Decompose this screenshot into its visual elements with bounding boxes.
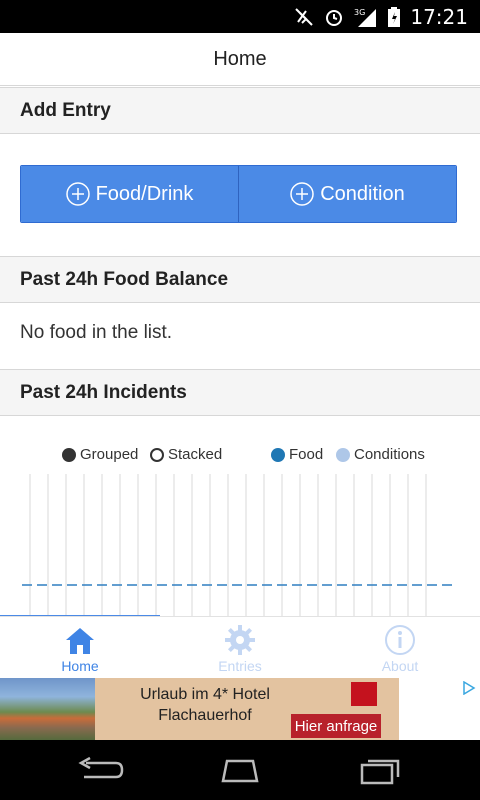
tab-about[interactable]: About [320, 617, 480, 678]
stacked-toggle[interactable]: Stacked [150, 446, 222, 463]
tab-home-label: Home [61, 658, 99, 674]
home-icon [66, 628, 94, 654]
add-food-drink-button[interactable]: Food/Drink [21, 166, 238, 222]
add-entry-button-group: Food/Drink Condition [20, 165, 457, 223]
alarm-icon [326, 9, 343, 26]
mute-icon [295, 7, 314, 26]
page-title: Home [213, 47, 267, 70]
incidents-chart [22, 474, 452, 616]
status-time: 17:21 [410, 4, 468, 29]
tab-entries[interactable]: Entries [160, 617, 320, 678]
grouped-label: Grouped [80, 446, 139, 463]
ad-hotel-image [0, 678, 95, 740]
legend-food[interactable]: Food [271, 446, 323, 463]
status-bar: 3G 17:21 [0, 0, 480, 33]
ad-headline: Urlaub im 4* Hotel Flachauerhof [95, 684, 315, 726]
tab-about-label: About [381, 658, 419, 674]
ad-logo [351, 682, 377, 706]
food-empty-text: No food in the list. [20, 322, 173, 343]
legend-food-label: Food [289, 446, 324, 463]
system-nav-bar [0, 740, 480, 800]
incidents-title: Past 24h Incidents [20, 381, 187, 403]
bottom-tab-bar: Home Entries About [0, 616, 480, 678]
chart-legend: Grouped Stacked Food Conditions [62, 446, 462, 464]
add-entry-title: Add Entry [20, 99, 111, 121]
battery-icon [388, 6, 401, 27]
ad-headline-line-1: Urlaub im 4* Hotel [140, 686, 270, 703]
signal-icon: 3G [354, 8, 377, 27]
legend-conditions[interactable]: Conditions [336, 446, 425, 463]
ad-cta-button[interactable]: Hier anfrage [291, 714, 381, 738]
back-icon[interactable] [76, 755, 126, 785]
food-balance-title: Past 24h Food Balance [20, 268, 229, 290]
gear-icon [225, 625, 255, 655]
stacked-label: Stacked [168, 446, 223, 463]
incidents-section-header: Past 24h Incidents [0, 369, 480, 416]
adchoices-icon[interactable] [462, 681, 476, 695]
stacked-radio-icon [150, 447, 164, 462]
tab-home[interactable]: Home [0, 617, 160, 678]
legend-conditions-label: Conditions [354, 446, 425, 463]
conditions-legend-dot-icon [336, 447, 350, 462]
recent-apps-icon[interactable] [356, 755, 406, 785]
food-legend-dot-icon [271, 447, 285, 462]
home-nav-icon[interactable] [215, 755, 265, 785]
plus-circle-icon [290, 182, 314, 206]
ad-panel: Urlaub im 4* Hotel Flachauerhof Hier anf… [95, 678, 399, 740]
food-drink-label: Food/Drink [95, 182, 194, 205]
condition-label: Condition [320, 182, 405, 205]
food-balance-section-header: Past 24h Food Balance [0, 256, 480, 303]
ad-headline-line-2: Flachauerhof [158, 707, 252, 724]
app-header: Home [0, 33, 480, 86]
grouped-toggle[interactable]: Grouped [62, 446, 138, 463]
plus-circle-icon [65, 182, 90, 206]
info-icon [385, 625, 415, 655]
chart-grid [29, 474, 427, 616]
network-label: 3G [354, 8, 365, 17]
ad-banner[interactable]: Urlaub im 4* Hotel Flachauerhof Hier anf… [0, 678, 480, 740]
add-entry-section-header: Add Entry [0, 87, 480, 134]
grouped-radio-icon [62, 447, 76, 462]
tab-entries-label: Entries [218, 658, 262, 674]
add-condition-button[interactable]: Condition [238, 166, 456, 222]
